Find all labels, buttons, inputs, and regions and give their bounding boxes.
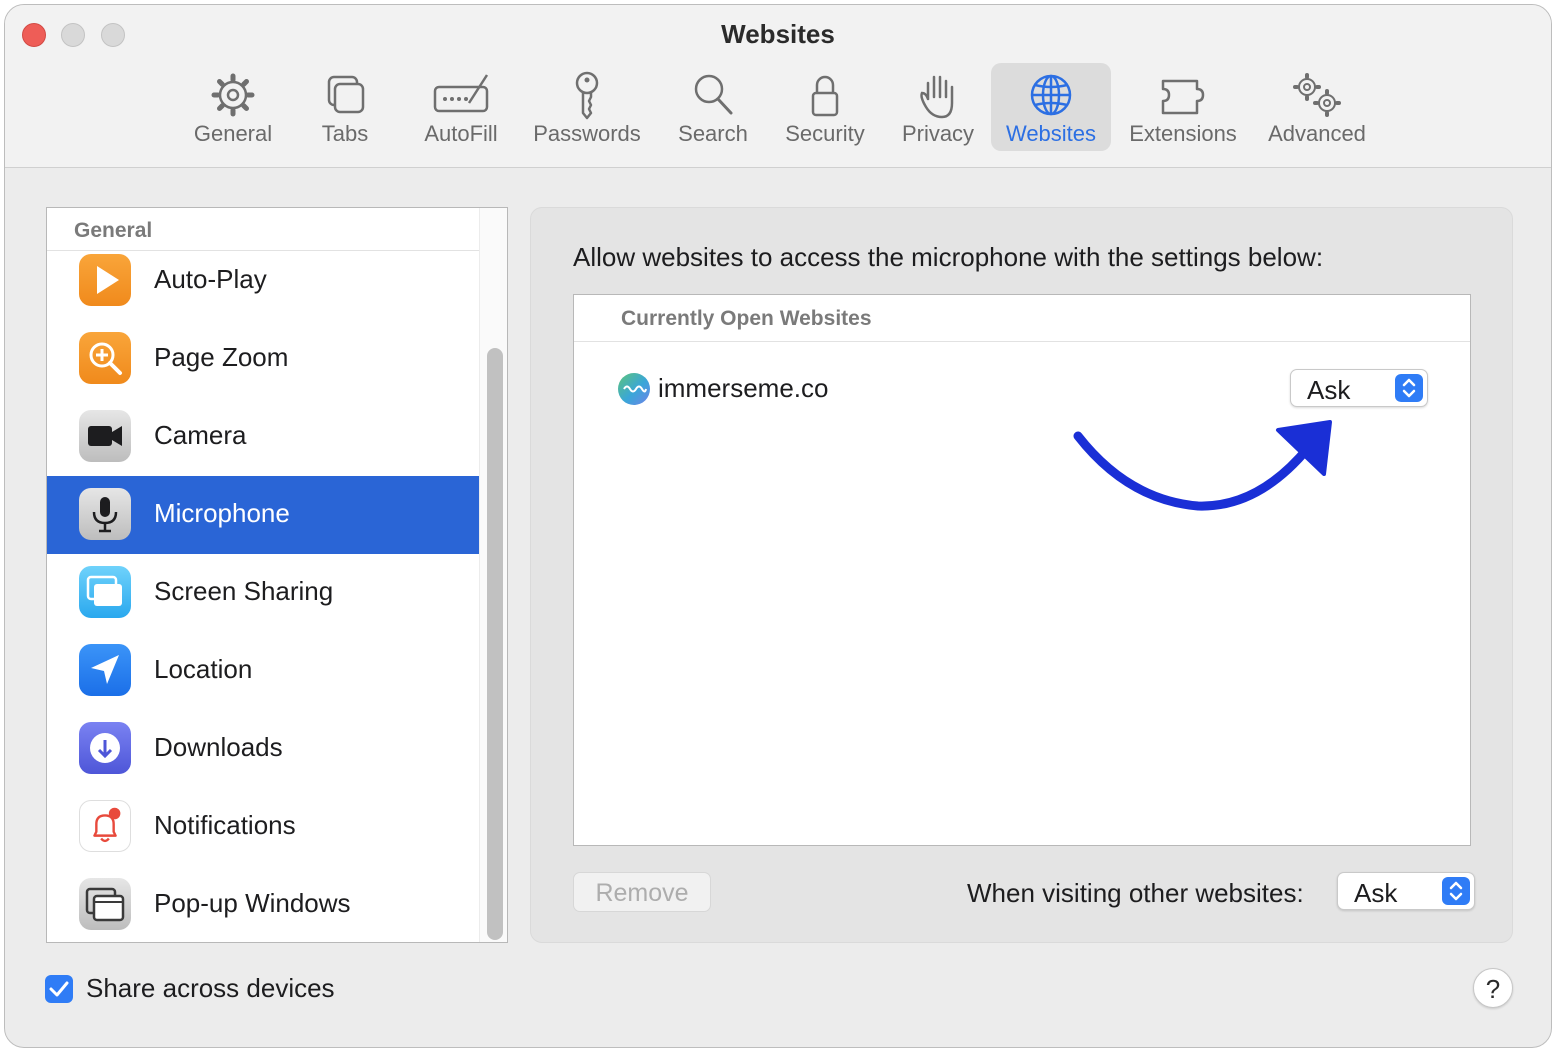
sidebar-section-title: General	[74, 219, 153, 242]
sidebar-item-location[interactable]: Location	[47, 632, 479, 710]
sidebar-item-label: Page Zoom	[154, 342, 289, 372]
remove-button-label: Remove	[595, 879, 689, 907]
toolbar-label: Privacy	[901, 121, 975, 146]
toolbar-passwords[interactable]: Passwords	[525, 63, 649, 151]
toolbar-label: General	[193, 121, 273, 146]
bell-icon	[79, 800, 131, 852]
toolbar-autofill[interactable]: AutoFill	[411, 63, 511, 151]
sidebar-item-label: Downloads	[154, 732, 283, 762]
key-icon	[575, 71, 599, 120]
toolbar-label: Security	[785, 121, 865, 146]
download-icon	[79, 722, 131, 774]
site-permission-value: Ask	[1307, 375, 1351, 405]
puzzle-icon	[1161, 79, 1205, 115]
open-websites-table[interactable]: Currently Open Websites immerseme.co Ask	[573, 294, 1471, 846]
toolbar-extensions[interactable]: Extensions	[1121, 63, 1245, 151]
annotation-arrow-icon	[1073, 420, 1332, 511]
sidebar-item-label: Screen Sharing	[154, 576, 334, 606]
location-arrow-icon	[79, 644, 131, 696]
sidebar-item-label: Notifications	[154, 810, 296, 840]
table-header: Currently Open Websites	[574, 295, 1470, 342]
toolbar-label: AutoFill	[424, 121, 498, 146]
site-name: immerseme.co	[658, 373, 829, 403]
autofill-icon	[433, 74, 489, 113]
toolbar-label: Advanced	[1268, 121, 1366, 146]
toolbar-tabs[interactable]: Tabs	[305, 63, 385, 151]
microphone-settings-panel: Allow websites to access the microphone …	[530, 207, 1513, 943]
titlebar: Websites General Tabs AutoFill Passwords…	[5, 5, 1551, 168]
sidebar-item-microphone[interactable]: Microphone	[47, 476, 479, 554]
sidebar-item-label: Auto-Play	[154, 264, 267, 294]
sidebar-item-screen-sharing[interactable]: Screen Sharing	[47, 554, 479, 632]
toolbar-advanced[interactable]: Advanced	[1261, 63, 1373, 151]
help-button[interactable]: ?	[1473, 968, 1513, 1008]
chevron-up-down-icon	[1442, 877, 1470, 905]
site-favicon-icon	[618, 373, 650, 405]
microphone-icon	[79, 488, 131, 540]
sidebar-item-popup-windows[interactable]: Pop-up Windows	[47, 866, 479, 942]
other-websites-label: When visiting other websites:	[967, 878, 1304, 908]
sidebar-item-label: Microphone	[154, 498, 290, 528]
sidebar-item-label: Pop-up Windows	[154, 888, 351, 918]
globe-icon	[1030, 74, 1072, 116]
toolbar-security[interactable]: Security	[775, 63, 875, 151]
toolbar-label: Tabs	[321, 121, 369, 146]
toolbar-privacy[interactable]: Privacy	[891, 63, 985, 151]
other-websites-select[interactable]: Ask	[1337, 872, 1475, 910]
toolbar-label: Search	[678, 121, 748, 146]
toolbar-label: Passwords	[533, 121, 641, 146]
share-across-devices-label: Share across devices	[86, 973, 335, 1003]
tabs-icon	[327, 75, 365, 114]
table-header-label: Currently Open Websites	[621, 307, 872, 330]
sidebar-scrollbar-thumb[interactable]	[487, 348, 503, 940]
sidebar-item-downloads[interactable]: Downloads	[47, 710, 479, 788]
gears-icon	[1293, 73, 1341, 117]
magnifier-icon	[694, 74, 733, 115]
screen-sharing-icon	[79, 566, 131, 618]
play-icon	[79, 254, 131, 306]
share-across-devices-checkbox[interactable]	[45, 975, 73, 1003]
sidebar-item-camera[interactable]: Camera	[47, 398, 479, 476]
toolbar-search[interactable]: Search	[669, 63, 757, 151]
toolbar-websites[interactable]: Websites	[991, 63, 1111, 151]
site-permission-select[interactable]: Ask	[1290, 369, 1428, 407]
other-websites-value: Ask	[1354, 878, 1398, 908]
sidebar-item-auto-play[interactable]: Auto-Play	[47, 242, 479, 320]
remove-button[interactable]: Remove	[573, 872, 711, 912]
toolbar-label: Websites	[1005, 121, 1097, 146]
checkmark-icon	[49, 981, 69, 997]
sidebar-item-label: Location	[154, 654, 253, 684]
sidebar-list[interactable]: General Auto-Play Page Zoom Camera Micro…	[46, 207, 508, 943]
zoom-icon	[79, 332, 131, 384]
gear-icon	[211, 73, 255, 117]
sidebar-item-label: Camera	[154, 420, 247, 450]
chevron-up-down-icon	[1395, 374, 1423, 402]
camera-icon	[79, 410, 131, 462]
lock-icon	[811, 75, 839, 117]
window-title: Websites	[721, 19, 835, 49]
toolbar-label: Extensions	[1129, 121, 1237, 146]
sidebar-item-notifications[interactable]: Notifications	[47, 788, 479, 866]
panel-heading: Allow websites to access the microphone …	[573, 242, 1324, 272]
toolbar-general[interactable]: General	[183, 63, 283, 151]
sidebar-item-page-zoom[interactable]: Page Zoom	[47, 320, 479, 398]
hand-icon	[920, 75, 954, 119]
help-button-label: ?	[1485, 974, 1501, 1004]
popup-window-icon	[79, 878, 131, 930]
